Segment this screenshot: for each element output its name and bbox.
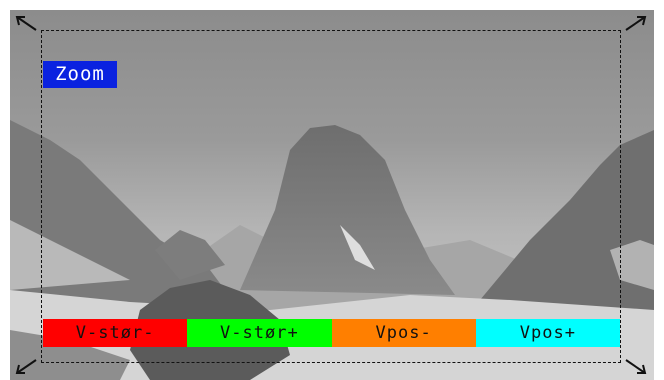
camera-view: Zoom V-stør- V-stør+ Vpos- Vpos+ bbox=[10, 10, 654, 380]
zoom-frame bbox=[41, 30, 621, 363]
cyan-softkey-position-increase[interactable]: Vpos+ bbox=[475, 319, 620, 347]
orange-softkey-position-decrease[interactable]: Vpos- bbox=[331, 319, 476, 347]
resize-arrow-bottom-left-icon bbox=[15, 359, 37, 374]
red-softkey-size-decrease[interactable]: V-stør- bbox=[43, 319, 188, 347]
mode-label: Zoom bbox=[43, 61, 117, 88]
resize-arrow-bottom-right-icon bbox=[625, 359, 647, 374]
resize-arrow-top-right-icon bbox=[625, 16, 647, 31]
resize-arrow-top-left-icon bbox=[15, 16, 37, 31]
green-softkey-size-increase[interactable]: V-stør+ bbox=[187, 319, 332, 347]
softkey-bar: V-stør- V-stør+ Vpos- Vpos+ bbox=[43, 319, 620, 347]
